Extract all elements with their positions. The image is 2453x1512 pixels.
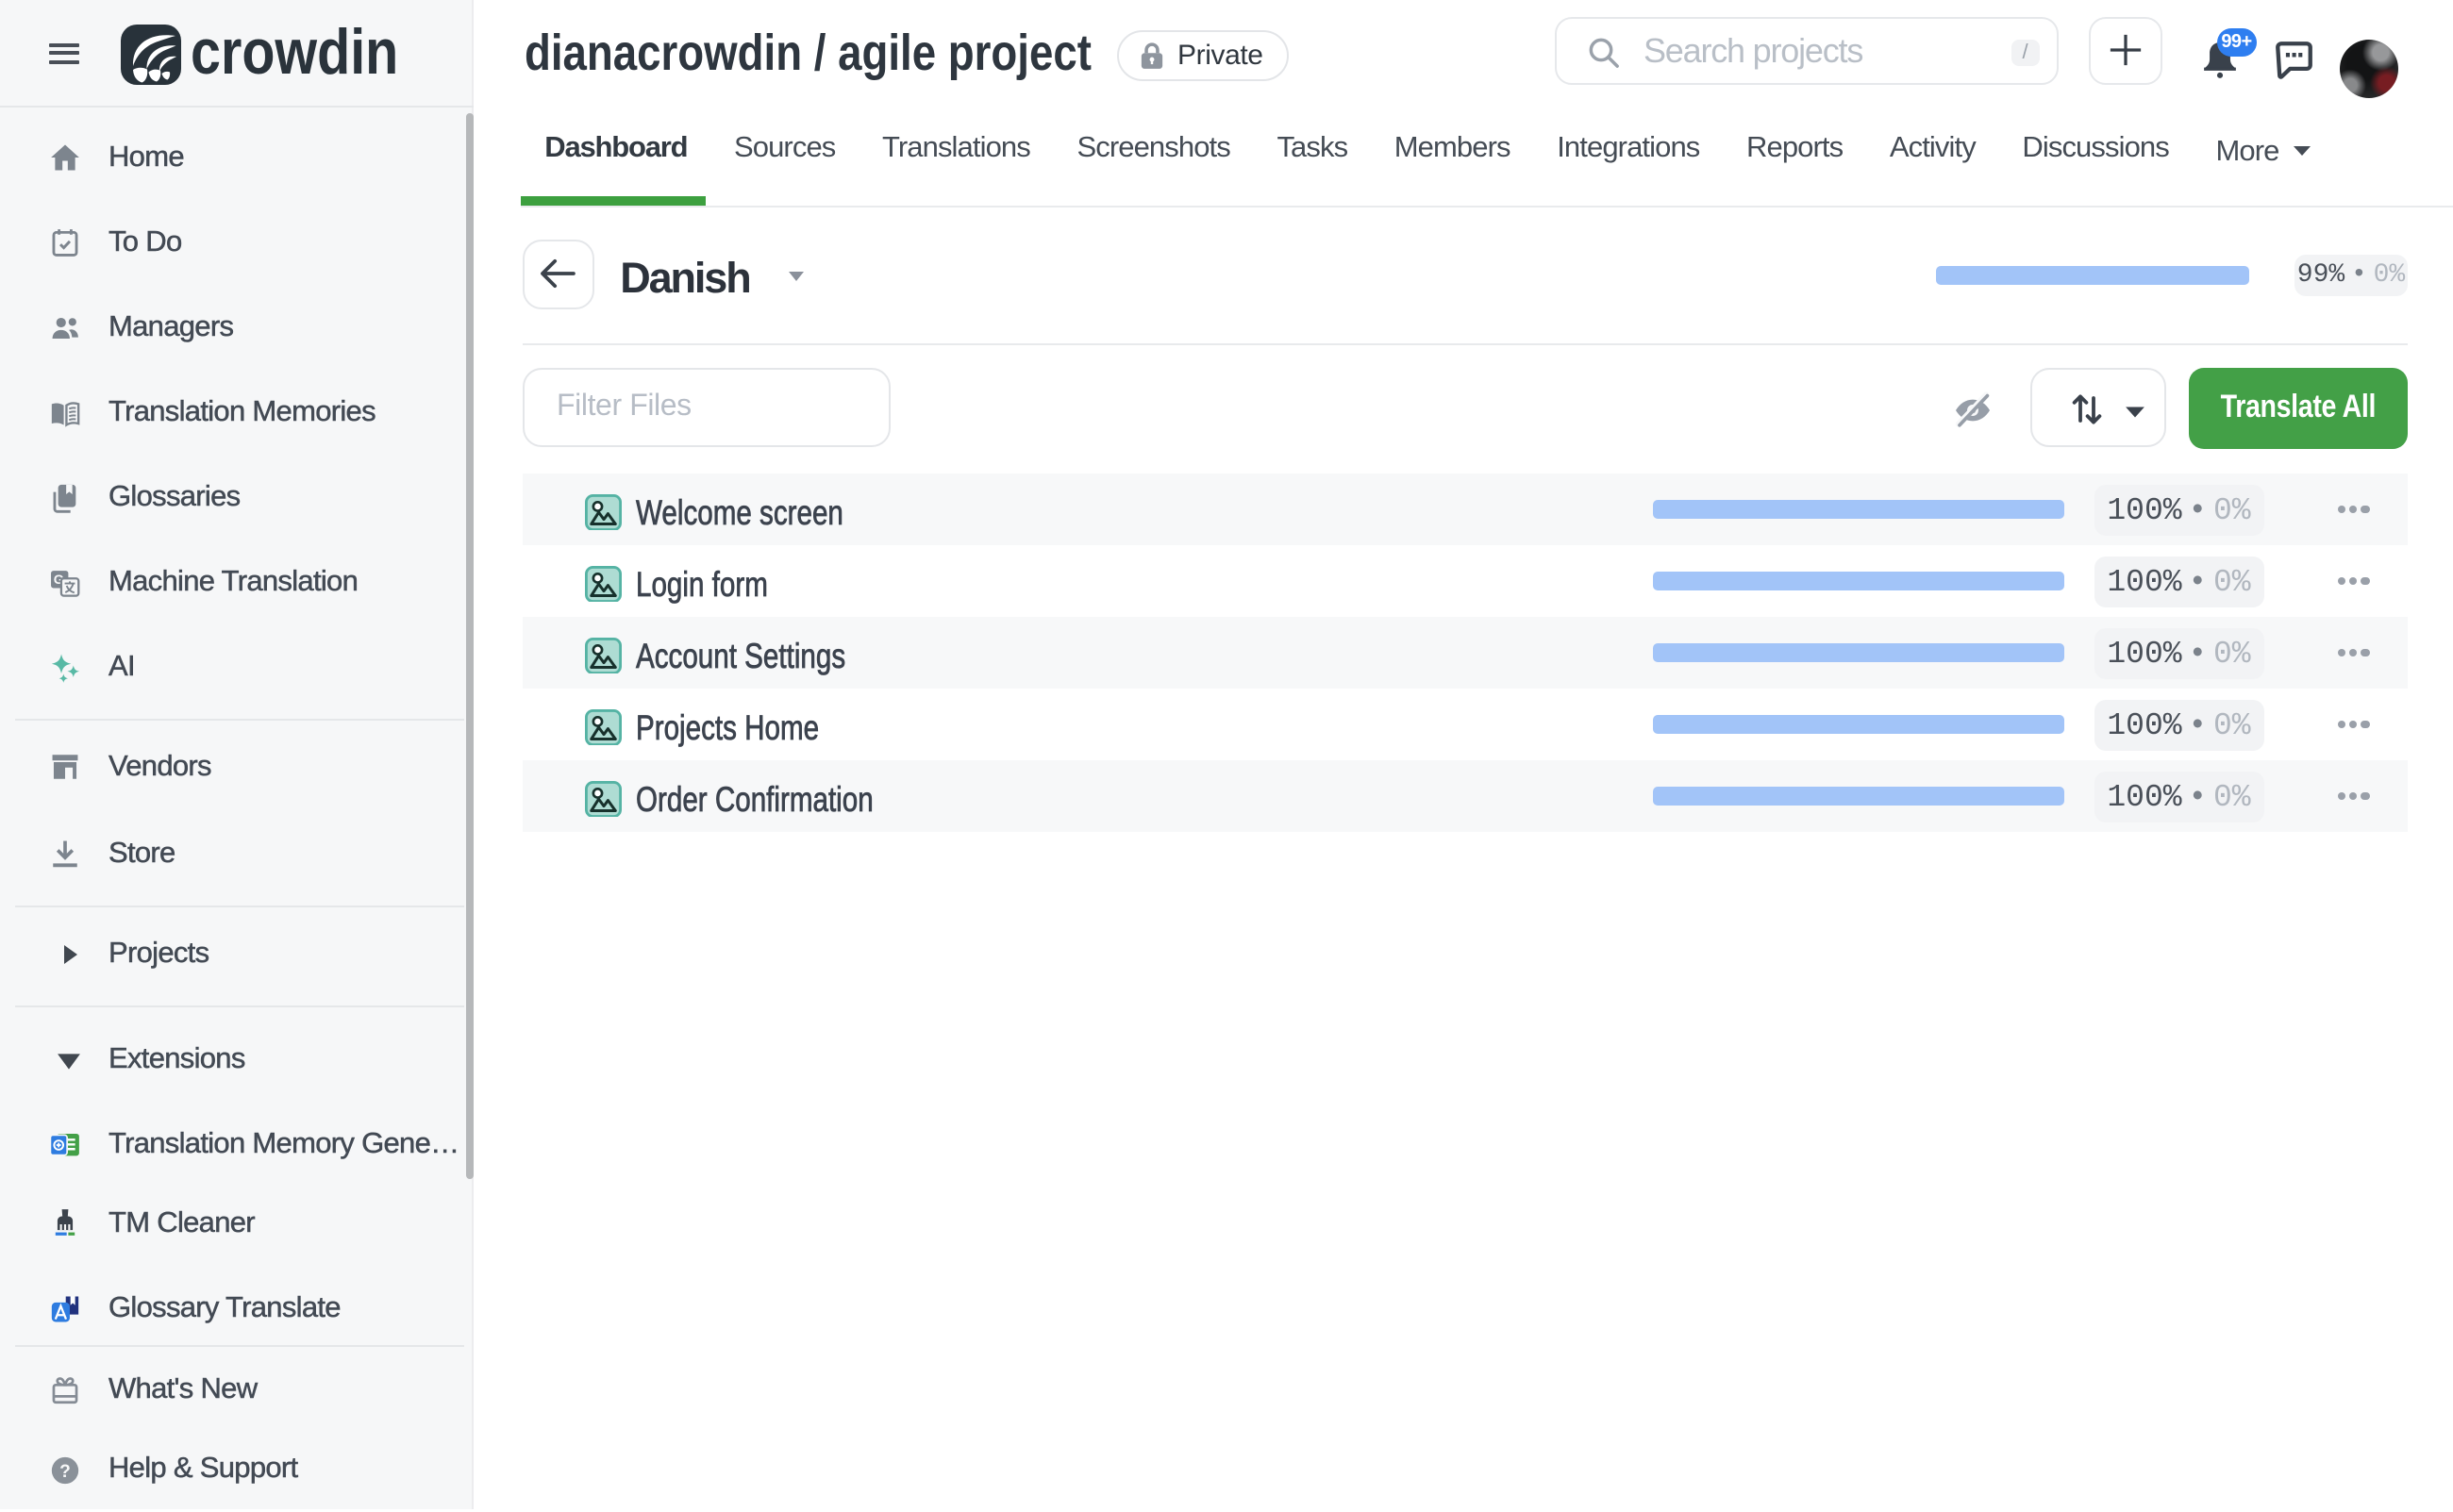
svg-text:?: ? xyxy=(58,1461,70,1481)
